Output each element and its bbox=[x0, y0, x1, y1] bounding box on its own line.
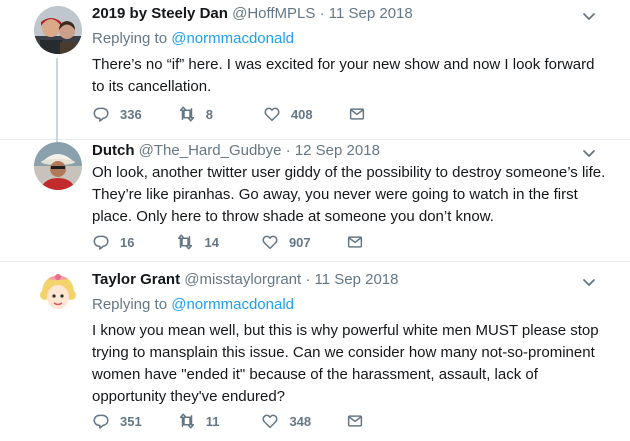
separator-dot: · bbox=[285, 142, 291, 159]
tweet-header: 2019 by Steely Dan @HoffMPLS · 11 Sep 20… bbox=[92, 4, 606, 24]
retweet-icon bbox=[179, 413, 194, 429]
like-button[interactable]: 907 bbox=[261, 233, 311, 251]
replying-to: Replying to @normmacdonald bbox=[92, 295, 606, 315]
tweet-taylor-grant[interactable]: Taylor Grant @misstaylorgrant · 11 Sep 2… bbox=[0, 261, 630, 441]
replying-to-mention[interactable]: @normmacdonald bbox=[171, 30, 294, 47]
message-icon bbox=[348, 415, 363, 427]
reply-button[interactable]: 336 bbox=[92, 105, 142, 123]
user-handle[interactable]: @misstaylorgrant bbox=[184, 271, 301, 288]
tweet-text: Oh look, another twitter user giddy of t… bbox=[92, 164, 606, 225]
direct-message-button[interactable] bbox=[346, 412, 364, 430]
retweet-count: 8 bbox=[205, 106, 213, 122]
reply-icon bbox=[93, 107, 109, 122]
retweet-button[interactable]: 14 bbox=[176, 233, 219, 251]
like-icon bbox=[262, 414, 278, 429]
thread-line bbox=[56, 58, 58, 139]
tweet-actions: 16 14 907 bbox=[92, 232, 364, 252]
like-count: 408 bbox=[290, 106, 313, 122]
tweet-header: Taylor Grant @misstaylorgrant · 11 Sep 2… bbox=[92, 270, 606, 290]
user-handle[interactable]: @HoffMPLS bbox=[232, 5, 315, 22]
tweet-date[interactable]: 12 Sep 2018 bbox=[295, 142, 380, 159]
reply-icon bbox=[93, 235, 109, 250]
reply-count: 351 bbox=[120, 413, 142, 429]
like-count: 907 bbox=[288, 234, 311, 250]
tweet-text: There’s no “if” here. I was excited for … bbox=[92, 56, 595, 95]
display-name[interactable]: Taylor Grant bbox=[92, 271, 180, 288]
caret-down-icon[interactable] bbox=[582, 275, 596, 289]
tweet-dutch[interactable]: Dutch @The_Hard_Gudbye · 12 Sep 2018 Oh … bbox=[0, 139, 630, 262]
like-icon bbox=[264, 107, 280, 122]
replying-to-label: Replying to bbox=[92, 296, 168, 313]
tweet-actions: 351 11 348 bbox=[92, 411, 364, 431]
avatar[interactable] bbox=[34, 142, 82, 190]
display-name[interactable]: 2019 by Steely Dan bbox=[92, 5, 228, 22]
display-name[interactable]: Dutch bbox=[92, 142, 135, 159]
separator-dot: · bbox=[305, 271, 311, 288]
tweet-text: I know you mean well, but this is why po… bbox=[92, 322, 599, 405]
caret-down-icon[interactable] bbox=[582, 9, 596, 23]
replying-to: Replying to @normmacdonald bbox=[92, 29, 606, 49]
message-icon bbox=[349, 108, 364, 120]
message-icon bbox=[347, 236, 362, 248]
like-icon bbox=[262, 235, 278, 250]
reply-count: 336 bbox=[120, 106, 142, 122]
retweet-button[interactable]: 8 bbox=[178, 105, 213, 123]
tweet-date[interactable]: 11 Sep 2018 bbox=[329, 5, 413, 22]
direct-message-button[interactable] bbox=[346, 233, 364, 251]
reply-count: 16 bbox=[120, 234, 135, 250]
like-button[interactable]: 408 bbox=[263, 105, 313, 123]
tweet-content: Taylor Grant @misstaylorgrant · 11 Sep 2… bbox=[92, 270, 606, 408]
separator-dot: · bbox=[319, 5, 325, 22]
tweet-header: Dutch @The_Hard_Gudbye · 12 Sep 2018 bbox=[92, 141, 606, 161]
retweet-button[interactable]: 11 bbox=[178, 412, 220, 430]
retweet-icon bbox=[179, 106, 194, 122]
tweet-content: 2019 by Steely Dan @HoffMPLS · 11 Sep 20… bbox=[92, 4, 606, 98]
user-handle[interactable]: @The_Hard_Gudbye bbox=[139, 142, 282, 159]
tweet-actions: 336 8 408 bbox=[92, 104, 366, 124]
tweet-content: Dutch @The_Hard_Gudbye · 12 Sep 2018 Oh … bbox=[92, 141, 606, 228]
tweet-date[interactable]: 11 Sep 2018 bbox=[315, 271, 399, 288]
reply-button[interactable]: 351 bbox=[92, 412, 142, 430]
avatar[interactable] bbox=[34, 6, 82, 54]
retweet-icon bbox=[178, 234, 193, 250]
caret-down-icon[interactable] bbox=[582, 146, 596, 160]
like-button[interactable]: 348 bbox=[261, 412, 311, 430]
retweet-count: 11 bbox=[205, 413, 220, 429]
avatar[interactable] bbox=[34, 269, 82, 317]
reply-button[interactable]: 16 bbox=[92, 233, 134, 251]
retweet-count: 14 bbox=[204, 234, 219, 250]
like-count: 348 bbox=[289, 413, 312, 429]
tweet-steely-dan[interactable]: 2019 by Steely Dan @HoffMPLS · 11 Sep 20… bbox=[0, 0, 630, 140]
replying-to-label: Replying to bbox=[92, 30, 168, 47]
direct-message-button[interactable] bbox=[348, 105, 366, 123]
replying-to-mention[interactable]: @normmacdonald bbox=[171, 296, 294, 313]
reply-icon bbox=[93, 414, 109, 429]
